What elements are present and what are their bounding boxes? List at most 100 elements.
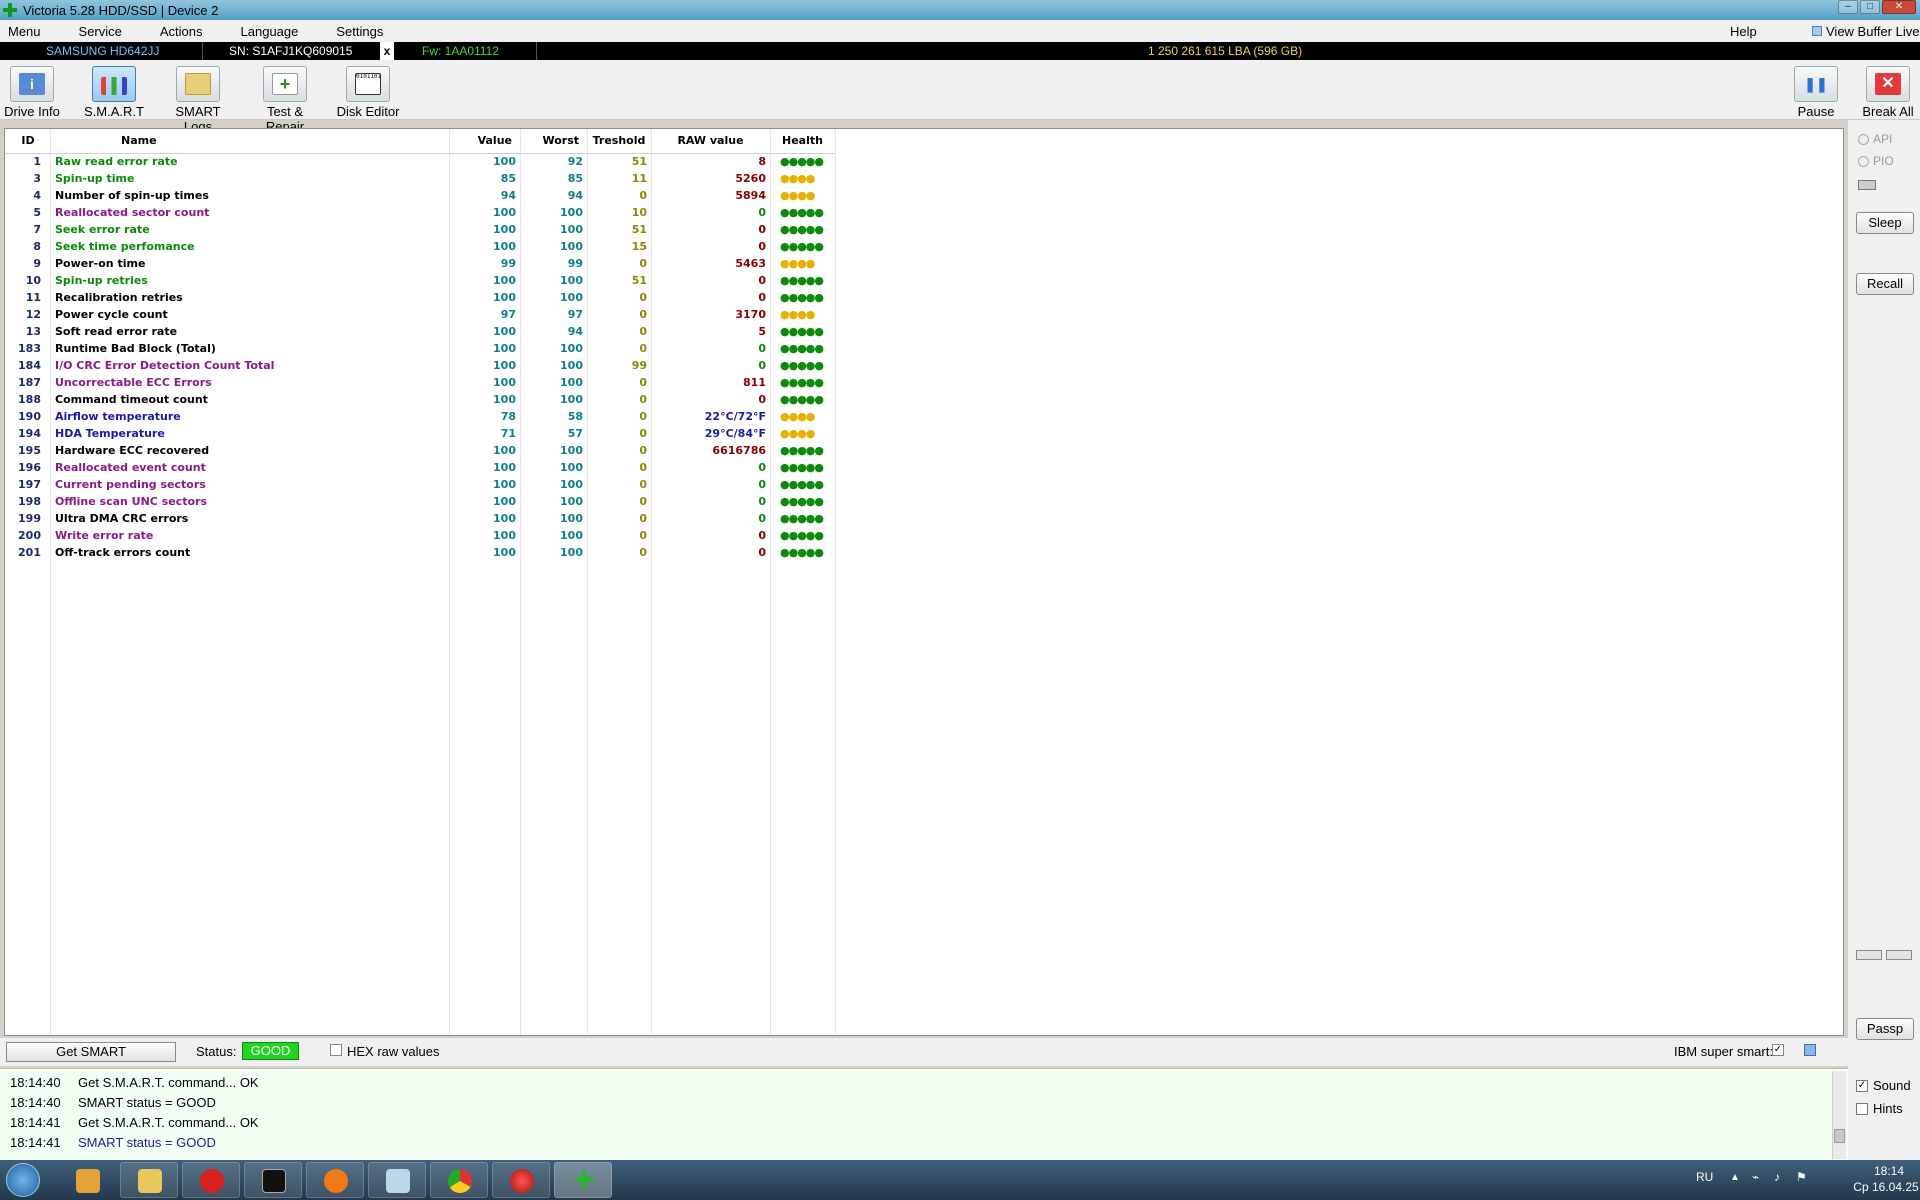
maximize-button[interactable]: □ bbox=[1860, 0, 1880, 14]
small-button-right[interactable] bbox=[1886, 950, 1912, 960]
drive-info-button[interactable]: i Drive Info bbox=[4, 66, 60, 119]
taskbar-notes[interactable] bbox=[368, 1162, 426, 1198]
col-worst-header[interactable]: Worst bbox=[520, 129, 587, 154]
smart-logs-button[interactable]: SMART Logs bbox=[162, 66, 234, 134]
close-device-button[interactable]: x bbox=[380, 42, 394, 60]
pio-radio[interactable]: PIO bbox=[1858, 154, 1894, 168]
menu-actions[interactable]: Actions bbox=[150, 24, 213, 39]
table-row[interactable]: 5 Reallocated sector count 100 100 10 0 ●●●●● bbox=[5, 204, 835, 221]
taskbar-victoria[interactable]: + bbox=[554, 1162, 612, 1198]
table-row[interactable]: 200 Write error rate 100 100 0 0 ●●●●● bbox=[5, 527, 835, 544]
taskbar-cmd[interactable] bbox=[244, 1162, 302, 1198]
table-row[interactable]: 7 Seek error rate 100 100 51 0 ●●●●● bbox=[5, 221, 835, 238]
menu-language[interactable]: Language bbox=[231, 24, 309, 39]
clock-date[interactable]: Ср 16.04.25 bbox=[1852, 1180, 1920, 1194]
table-row[interactable]: 8 Seek time perfomance 100 100 15 0 ●●●●● bbox=[5, 238, 835, 255]
table-row[interactable]: 199 Ultra DMA CRC errors 100 100 0 0 ●●●●● bbox=[5, 510, 835, 527]
start-button[interactable] bbox=[6, 1163, 40, 1197]
taskbar-app[interactable] bbox=[492, 1162, 550, 1198]
tray-arrow-icon[interactable]: ▲ bbox=[1730, 1172, 1740, 1183]
close-button[interactable]: ✕ bbox=[1882, 0, 1916, 14]
col-id-header[interactable]: ID bbox=[5, 129, 51, 154]
attribute-threshold: 0 bbox=[639, 427, 647, 440]
view-buffer-live[interactable]: View Buffer Live bbox=[1812, 24, 1919, 39]
taskbar-opera[interactable] bbox=[182, 1162, 240, 1198]
attribute-value: 97 bbox=[500, 308, 516, 321]
language-indicator[interactable]: RU bbox=[1696, 1170, 1713, 1184]
break-all-button[interactable]: ✕ Break All bbox=[1862, 66, 1914, 119]
attribute-threshold: 0 bbox=[639, 495, 647, 508]
flag-icon[interactable]: ⚑ bbox=[1796, 1170, 1807, 1184]
attribute-threshold: 0 bbox=[639, 291, 647, 304]
table-row[interactable]: 12 Power cycle count 97 97 0 3170 ●●●● bbox=[5, 306, 835, 323]
passp-button[interactable]: Passp bbox=[1856, 1018, 1914, 1040]
menu-help[interactable]: Help bbox=[1730, 24, 1757, 39]
clock-time[interactable]: 18:14 bbox=[1860, 1164, 1918, 1178]
col-threshold-header[interactable]: Treshold bbox=[587, 129, 651, 154]
table-row[interactable]: 190 Airflow temperature 78 58 0 22°C/72°F ●●●● bbox=[5, 408, 835, 425]
table-row[interactable]: 194 HDA Temperature 71 57 0 29°C/84°F ●●●● bbox=[5, 425, 835, 442]
volume-icon[interactable]: ♪ bbox=[1774, 1170, 1780, 1184]
table-row[interactable]: 13 Soft read error rate 100 94 0 5 ●●●●● bbox=[5, 323, 835, 340]
table-row[interactable]: 187 Uncorrectable ECC Errors 100 100 0 811 ●●●… bbox=[5, 374, 835, 391]
table-row[interactable]: 4 Number of spin-up times 94 94 0 5894 ●●●● bbox=[5, 187, 835, 204]
test-repair-button[interactable]: + Test & Repair bbox=[246, 66, 324, 134]
ibm-indicator[interactable] bbox=[1804, 1044, 1816, 1056]
taskbar-explorer[interactable] bbox=[120, 1162, 178, 1198]
attribute-worst: 100 bbox=[560, 461, 583, 474]
get-smart-button[interactable]: Get SMART bbox=[6, 1042, 176, 1062]
pause-button[interactable]: ❚❚ Pause bbox=[1792, 66, 1840, 119]
attribute-health: ●●●●● bbox=[780, 529, 824, 542]
menu-settings[interactable]: Settings bbox=[326, 24, 393, 39]
table-row[interactable]: 183 Runtime Bad Block (Total) 100 100 0 0 ●●●●… bbox=[5, 340, 835, 357]
attribute-id: 7 bbox=[33, 223, 41, 236]
attribute-worst: 58 bbox=[567, 410, 583, 423]
ibm-super-smart-checkbox[interactable]: ✓ bbox=[1772, 1044, 1784, 1056]
table-row[interactable]: 198 Offline scan UNC sectors 100 100 0 0 ●●●●● bbox=[5, 493, 835, 510]
minimize-button[interactable]: – bbox=[1838, 0, 1858, 14]
small-button-left[interactable] bbox=[1856, 950, 1882, 960]
table-row[interactable]: 184 I/O CRC Error Detection Count Total 10… bbox=[5, 357, 835, 374]
table-row[interactable]: 9 Power-on time 99 99 0 5463 ●●●● bbox=[5, 255, 835, 272]
table-row[interactable]: 1 Raw read error rate 100 92 51 8 ●●●●● bbox=[5, 153, 835, 170]
menu-service[interactable]: Service bbox=[69, 24, 132, 39]
col-value-header[interactable]: Value bbox=[449, 129, 520, 154]
attribute-raw: 5 bbox=[758, 325, 766, 338]
col-raw-header[interactable]: RAW value bbox=[651, 129, 770, 154]
table-row[interactable]: 197 Current pending sectors 100 100 0 0 ●●●●● bbox=[5, 476, 835, 493]
table-row[interactable]: 196 Reallocated event count 100 100 0 0 ●●●●● bbox=[5, 459, 835, 476]
table-row[interactable]: 195 Hardware ECC recovered 100 100 0 6616786 ●… bbox=[5, 442, 835, 459]
sound-checkbox[interactable]: ✓ Sound bbox=[1856, 1078, 1911, 1093]
api-radio[interactable]: API bbox=[1858, 132, 1892, 146]
folder-icon bbox=[138, 1169, 162, 1193]
toolbar: i Drive Info S.M.A.R.T SMART Logs + Test… bbox=[0, 60, 1920, 134]
attribute-name: HDA Temperature bbox=[55, 427, 165, 440]
smart-button[interactable]: S.M.A.R.T bbox=[84, 66, 144, 119]
taskbar-media-player[interactable] bbox=[58, 1162, 116, 1198]
hints-checkbox[interactable]: Hints bbox=[1856, 1101, 1903, 1116]
table-row[interactable]: 188 Command timeout count 100 100 0 0 ●●●●● bbox=[5, 391, 835, 408]
table-row[interactable]: 10 Spin-up retries 100 100 51 0 ●●●●● bbox=[5, 272, 835, 289]
table-row[interactable]: 201 Off-track errors count 100 100 0 0 ●●●●● bbox=[5, 544, 835, 561]
attribute-threshold: 11 bbox=[631, 172, 647, 185]
taskbar-firefox[interactable] bbox=[306, 1162, 364, 1198]
stop-x-icon: ✕ bbox=[1875, 73, 1901, 95]
ibm-super-smart-label: IBM super smart: bbox=[1674, 1044, 1773, 1059]
recall-button[interactable]: Recall bbox=[1856, 273, 1914, 295]
attribute-value: 100 bbox=[493, 155, 516, 169]
attribute-health: ●●●●● bbox=[780, 376, 824, 389]
log-scrollbar[interactable] bbox=[1832, 1071, 1846, 1159]
smart-attributes-table: ID Name Value Worst Treshold RAW value H… bbox=[4, 128, 1844, 1036]
table-row[interactable]: 11 Recalibration retries 100 100 0 0 ●●●●● bbox=[5, 289, 835, 306]
log-scroll-thumb[interactable] bbox=[1834, 1129, 1845, 1143]
col-health-header[interactable]: Health bbox=[770, 129, 835, 154]
taskbar-chrome[interactable] bbox=[430, 1162, 488, 1198]
hex-raw-checkbox[interactable] bbox=[330, 1044, 342, 1056]
network-icon[interactable]: ⌁ bbox=[1752, 1170, 1759, 1184]
menu-menu[interactable]: Menu bbox=[0, 24, 51, 39]
disk-editor-button[interactable]: 0101101100110101 Disk Editor bbox=[336, 66, 400, 119]
col-name-header[interactable]: Name bbox=[51, 129, 449, 154]
table-row[interactable]: 3 Spin-up time 85 85 11 5260 ●●●● bbox=[5, 170, 835, 187]
sleep-button[interactable]: Sleep bbox=[1856, 212, 1914, 234]
small-indicator[interactable] bbox=[1858, 180, 1876, 190]
